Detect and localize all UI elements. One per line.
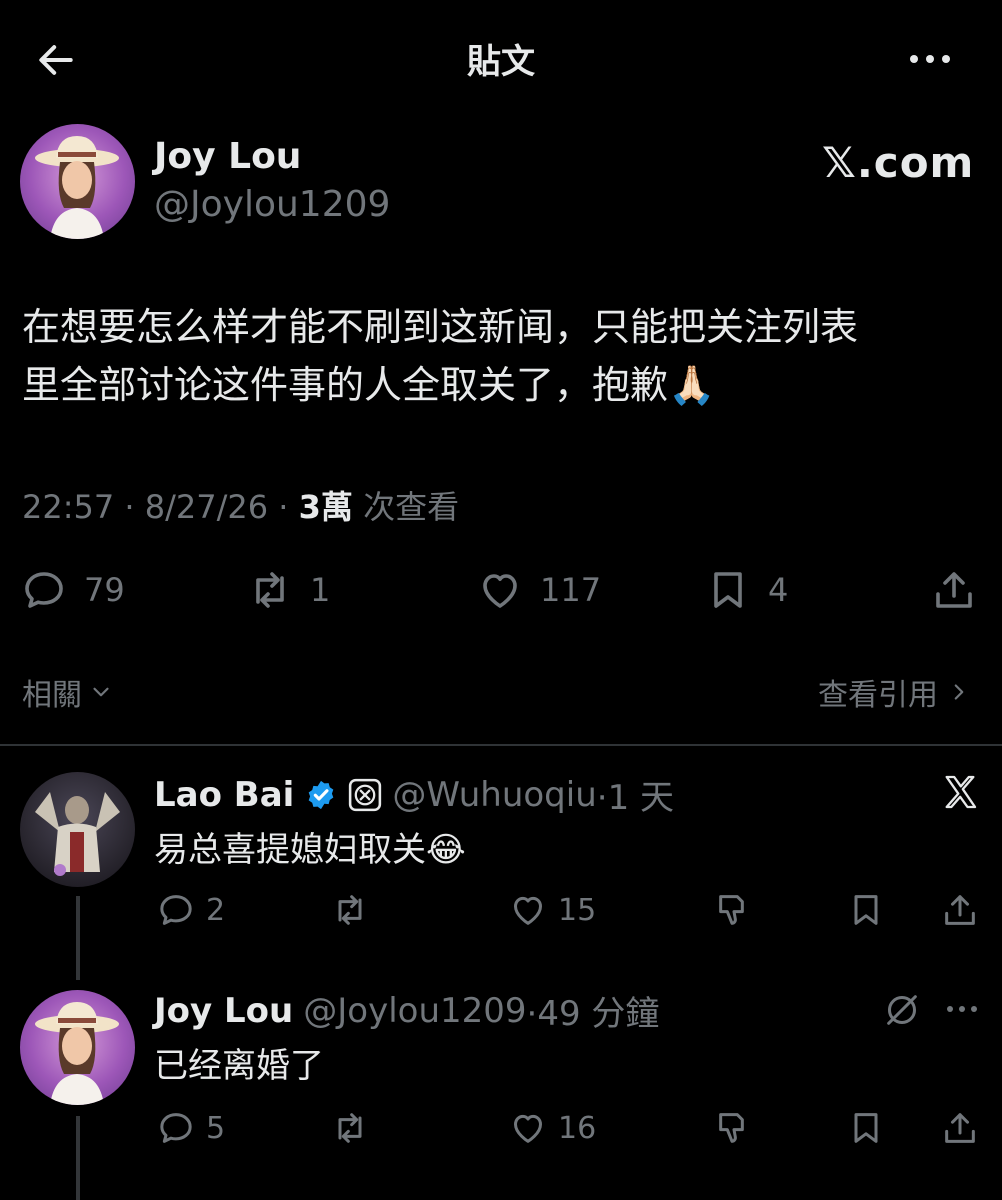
- bookmark-button[interactable]: [846, 1108, 886, 1148]
- reply-author-handle[interactable]: @Joylou1209: [303, 991, 526, 1031]
- avatar[interactable]: [20, 772, 135, 887]
- heart-icon: [514, 896, 542, 925]
- reply-count: 2: [206, 892, 226, 928]
- reply-author-handle[interactable]: @Wuhuoqiu: [392, 775, 596, 815]
- separator: ·: [124, 488, 135, 526]
- share-icon: [945, 1113, 975, 1143]
- repost-button[interactable]: [330, 890, 370, 930]
- post-time: 22:57: [22, 488, 115, 526]
- muted-circle-icon[interactable]: [882, 990, 922, 1030]
- share-button[interactable]: [940, 890, 980, 930]
- reply-count: 79: [84, 571, 125, 609]
- reply-text: 已经离婚了: [154, 1046, 324, 1086]
- share-icon: [936, 572, 972, 608]
- reply-header: Joy Lou @Joylou1209·49 分鐘: [154, 986, 659, 1035]
- reply-time: ·49 分鐘: [526, 994, 660, 1034]
- bookmark-icon: [854, 895, 878, 925]
- reply-count: 5: [206, 1110, 226, 1146]
- affiliate-badge-icon: [349, 778, 382, 811]
- author-name[interactable]: Joy Lou: [154, 136, 301, 177]
- reply-text: 易总喜提媳妇取关😂: [154, 830, 466, 870]
- post-text-line: 里全部讨论这件事的人全取关了，抱歉🙏🏻: [22, 363, 716, 407]
- like-count: 15: [558, 892, 597, 928]
- repost-button[interactable]: 1: [246, 566, 330, 614]
- reply-button[interactable]: 5: [156, 1108, 225, 1148]
- more-dots-icon[interactable]: [942, 994, 982, 1024]
- divider: [0, 744, 1002, 746]
- repost-count: 1: [310, 571, 331, 609]
- reply-icon: [160, 1113, 192, 1143]
- x-com-watermark: 𝕏.com: [822, 138, 975, 187]
- reply-author-name[interactable]: Lao Bai: [154, 775, 294, 815]
- like-button[interactable]: 15: [508, 890, 596, 930]
- like-count: 16: [558, 1110, 597, 1146]
- share-icon: [945, 895, 975, 925]
- reply-author-name[interactable]: Joy Lou: [154, 991, 293, 1031]
- bookmark-button[interactable]: 4: [704, 566, 788, 614]
- thumbs-down-icon: [719, 895, 744, 925]
- chevron-right-icon: [954, 684, 964, 700]
- repost-icon: [338, 895, 362, 925]
- separator: ·: [278, 488, 289, 526]
- heart-icon: [483, 574, 517, 608]
- chevron-down-icon: [93, 687, 109, 697]
- bookmark-icon: [714, 572, 742, 608]
- views-label: 次查看: [352, 488, 460, 526]
- share-button[interactable]: [940, 1108, 980, 1148]
- post-date: 8/27/26: [144, 488, 269, 526]
- reply-time: ·1 天: [596, 778, 675, 818]
- heart-icon: [514, 1114, 542, 1143]
- reply-button[interactable]: 2: [156, 890, 225, 930]
- reply-icon: [25, 572, 63, 608]
- thumbs-down-icon: [719, 1113, 744, 1143]
- more-dots-icon[interactable]: [905, 44, 955, 74]
- verified-badge-icon: [309, 780, 334, 809]
- post-text-line: 在想要怎么样才能不刷到这新闻，只能把关注列表: [22, 305, 859, 349]
- like-count: 117: [540, 571, 602, 609]
- thread-line: [76, 896, 80, 980]
- like-button[interactable]: 117: [476, 566, 601, 614]
- dislike-button[interactable]: [714, 1108, 754, 1148]
- page-title: 貼文: [467, 42, 535, 82]
- views-count: 3萬: [298, 488, 353, 526]
- dislike-button[interactable]: [714, 890, 754, 930]
- avatar[interactable]: [20, 124, 135, 239]
- post-meta: 22:57 · 8/27/26 · 3萬 次查看: [22, 482, 459, 528]
- related-label: 相關: [22, 678, 82, 713]
- post-text: 在想要怎么样才能不刷到这新闻，只能把关注列表 里全部讨论这件事的人全取关了，抱歉…: [22, 298, 982, 414]
- repost-icon: [338, 1113, 362, 1143]
- reply-button[interactable]: 79: [20, 566, 125, 614]
- repost-button[interactable]: [330, 1108, 370, 1148]
- like-button[interactable]: 16: [508, 1108, 596, 1148]
- bookmark-count: 4: [768, 571, 789, 609]
- reply-header: Lao Bai @Wuhuoqiu ·1 天: [154, 770, 674, 819]
- bookmark-icon: [854, 1113, 878, 1143]
- share-button[interactable]: [930, 566, 978, 614]
- reply-icon: [160, 895, 192, 925]
- related-toggle[interactable]: 相關: [22, 670, 114, 714]
- x-logo-icon: [940, 772, 980, 812]
- bookmark-button[interactable]: [846, 890, 886, 930]
- thread-line: [76, 1116, 80, 1200]
- view-quotes-link[interactable]: 查看引用: [818, 670, 972, 714]
- repost-icon: [256, 572, 284, 608]
- quotes-label: 查看引用: [818, 678, 938, 713]
- author-handle[interactable]: @Joylou1209: [154, 184, 390, 225]
- avatar[interactable]: [20, 990, 135, 1105]
